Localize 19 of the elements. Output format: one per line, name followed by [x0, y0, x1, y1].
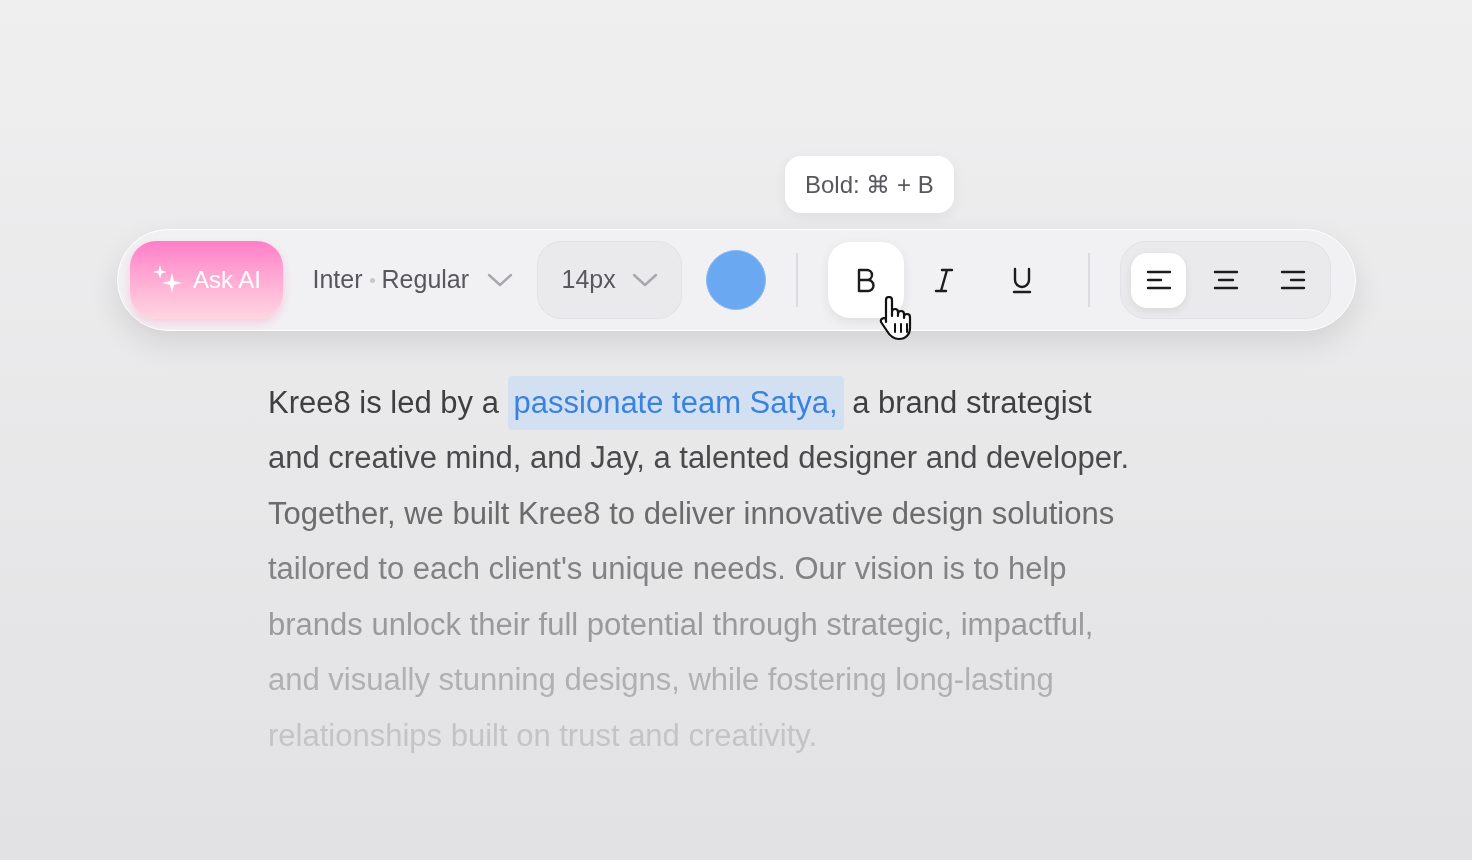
- font-weight: Regular: [381, 264, 470, 296]
- font-size-dropdown[interactable]: 14px: [537, 241, 683, 319]
- font-family: Inter: [312, 264, 363, 296]
- align-center-icon: [1212, 269, 1239, 291]
- align-right-icon: [1279, 269, 1306, 291]
- highlighted-text: passionate team Satya,: [507, 375, 844, 430]
- body-text: a brand strategist: [851, 383, 1092, 422]
- bold-button[interactable]: [828, 242, 905, 318]
- font-dropdown[interactable]: Inter Regular: [312, 261, 514, 299]
- align-left-icon: [1145, 269, 1172, 291]
- chevron-down-icon: [631, 272, 658, 288]
- align-left-button[interactable]: [1131, 252, 1187, 308]
- body-text: Together, we built Kree8 to deliver innovative design solutions: [268, 494, 1115, 533]
- body-text: tailored to each client's unique needs. Our vision is to help: [268, 550, 1067, 588]
- body-text: brands unlock their full potential through strategic, impactful,: [268, 605, 1094, 644]
- tooltip: Bold: ⌘ + B: [785, 156, 954, 213]
- chevron-down-icon: [487, 272, 514, 288]
- body-text: Kree8 is led by a: [268, 383, 500, 422]
- body-text: and creative mind, and Jay, a talented designer and developer.: [268, 439, 1130, 477]
